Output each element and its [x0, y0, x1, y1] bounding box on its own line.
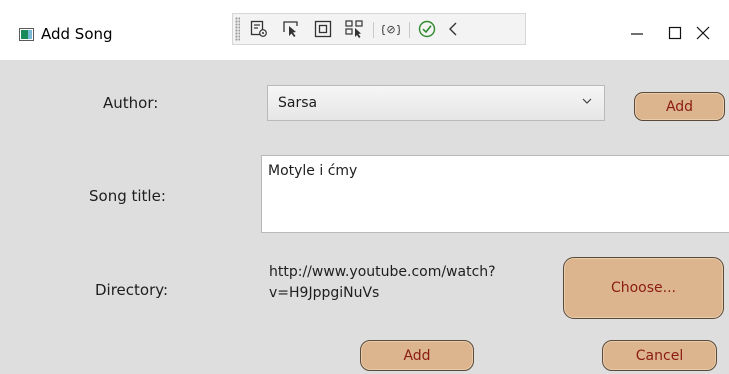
app-window-icon: [19, 28, 34, 41]
close-icon: [696, 26, 710, 40]
svg-text:{⊘}: {⊘}: [382, 23, 400, 36]
author-selected-value: Sarsa: [278, 95, 318, 111]
minimize-button[interactable]: [617, 16, 657, 50]
title-bar: Add Song ⊘: [0, 0, 729, 60]
author-add-button[interactable]: Add: [634, 92, 725, 121]
author-combobox[interactable]: Sarsa: [267, 85, 605, 121]
song-title-input[interactable]: Motyle i ćmy: [261, 155, 729, 233]
cancel-button[interactable]: Cancel: [602, 340, 717, 371]
choose-button[interactable]: Choose...: [563, 257, 724, 319]
song-title-label: Song title:: [89, 187, 166, 205]
toolbar-grip-icon[interactable]: [235, 17, 240, 41]
song-title-value: Motyle i ćmy: [268, 163, 358, 179]
minimize-icon: [631, 33, 643, 35]
track-focus-icon[interactable]: [343, 18, 367, 40]
binding-icon[interactable]: {⊘}: [379, 18, 403, 40]
directory-label: Directory:: [95, 281, 169, 299]
chevron-down-icon: [582, 98, 592, 104]
author-label: Author:: [103, 94, 159, 112]
add-button[interactable]: Add: [360, 340, 474, 371]
live-tree-icon[interactable]: [247, 18, 271, 40]
layout-adorner-icon[interactable]: [311, 18, 335, 40]
xaml-debug-toolbar: {⊘}: [232, 13, 526, 45]
select-element-icon[interactable]: [279, 18, 303, 40]
checkmark-icon[interactable]: [415, 18, 439, 40]
close-button[interactable]: [683, 16, 723, 50]
directory-path: http://www.youtube.com/watch? v=H9JppgiN…: [269, 264, 496, 301]
window-title: Add Song: [41, 25, 113, 43]
chevron-left-icon[interactable]: [441, 18, 465, 40]
maximize-icon: [668, 26, 682, 40]
